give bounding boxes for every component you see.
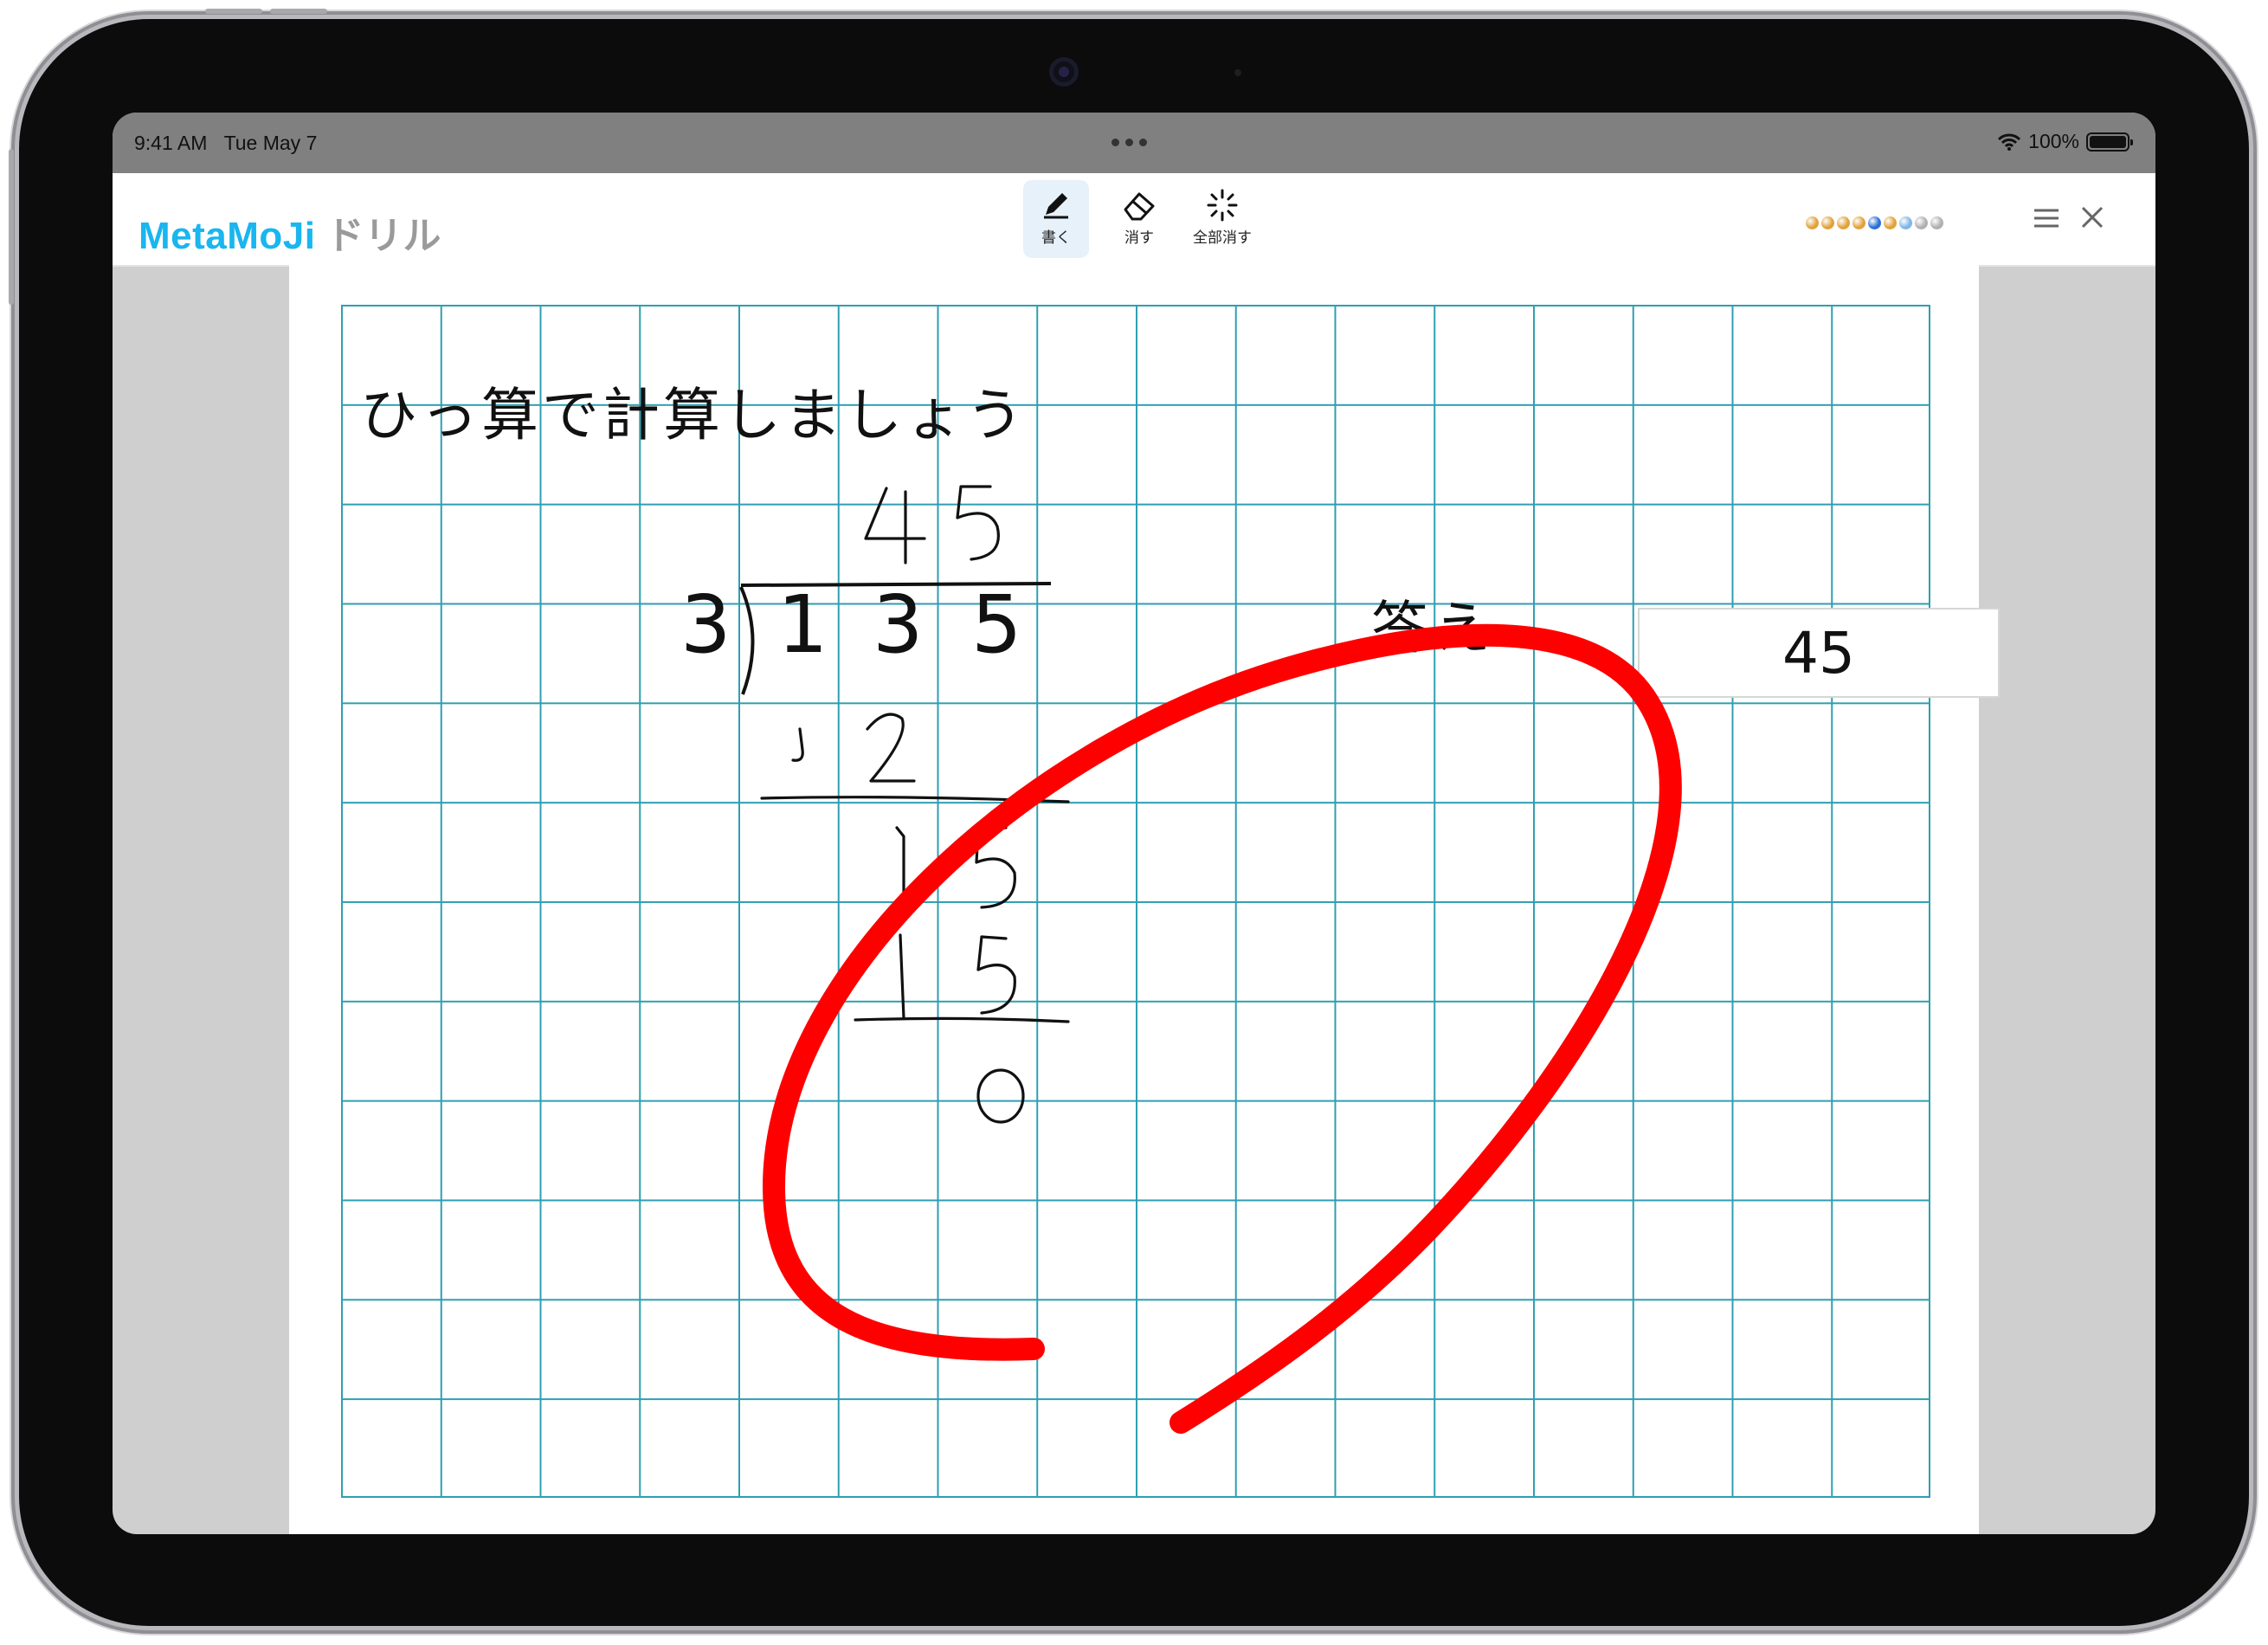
ambient-sensor — [1234, 69, 1241, 76]
final-remainder-digit — [976, 1068, 1025, 1124]
quotient-digit-5 — [956, 485, 1000, 561]
progress-dot — [1868, 216, 1881, 229]
handwriting-layer[interactable] — [289, 265, 1979, 1534]
brand-name: MetaMoJi — [139, 215, 316, 257]
status-right: 100% — [1997, 130, 2133, 153]
eraser-icon — [1124, 192, 1155, 221]
battery-percent: 100% — [2028, 130, 2079, 152]
product-2-digits — [854, 933, 1070, 1023]
erase-tool-button[interactable]: 消す — [1106, 180, 1172, 258]
hamburger-menu-icon[interactable] — [2033, 206, 2060, 230]
status-time-date: 9:41 AM Tue May 7 — [134, 132, 317, 155]
top-button-right — [270, 9, 327, 14]
progress-dot — [1899, 216, 1912, 229]
close-icon[interactable] — [2079, 204, 2105, 230]
front-camera — [1049, 57, 1079, 87]
write-tool-label: 書く — [1041, 229, 1071, 246]
app-toolbar: MetaMoJi ドリル 書く 消す 全部消す — [113, 173, 2155, 267]
screen: 9:41 AM Tue May 7 100% MetaMoJi ドリル 書く 消… — [113, 113, 2155, 1534]
progress-dot — [1837, 216, 1850, 229]
progress-dot — [1930, 216, 1943, 229]
side-button — [9, 149, 14, 305]
top-button-left — [205, 9, 262, 14]
status-time: 9:41 AM — [134, 132, 208, 154]
app-logo: MetaMoJi ドリル — [139, 204, 441, 260]
write-tool-button[interactable]: 書く — [1023, 180, 1089, 258]
progress-dot — [1884, 216, 1897, 229]
progress-indicator — [1806, 216, 1943, 229]
wifi-icon — [1998, 133, 2021, 151]
correct-circle-mark — [763, 623, 1682, 1434]
progress-dot — [1852, 216, 1865, 229]
pencil-icon — [1044, 193, 1068, 219]
progress-dot — [1915, 216, 1928, 229]
progress-dot — [1806, 216, 1819, 229]
status-date: Tue May 7 — [223, 132, 318, 154]
quotient-digit-4 — [864, 487, 926, 564]
worksheet-page[interactable]: ひっ算で計算しましょう 3 1 3 5 答え 45 — [289, 265, 2000, 1534]
multitasking-dots[interactable] — [1111, 139, 1147, 146]
clear-all-icon — [1207, 189, 1238, 222]
product-name: ドリル — [325, 215, 441, 257]
progress-dot — [1821, 216, 1834, 229]
status-bar: 9:41 AM Tue May 7 100% — [113, 113, 2155, 173]
clear-all-button[interactable]: 全部消す — [1189, 180, 1255, 258]
battery-icon — [2086, 132, 2133, 152]
erase-tool-label: 消す — [1124, 229, 1154, 246]
clear-all-label: 全部消す — [1193, 229, 1252, 246]
